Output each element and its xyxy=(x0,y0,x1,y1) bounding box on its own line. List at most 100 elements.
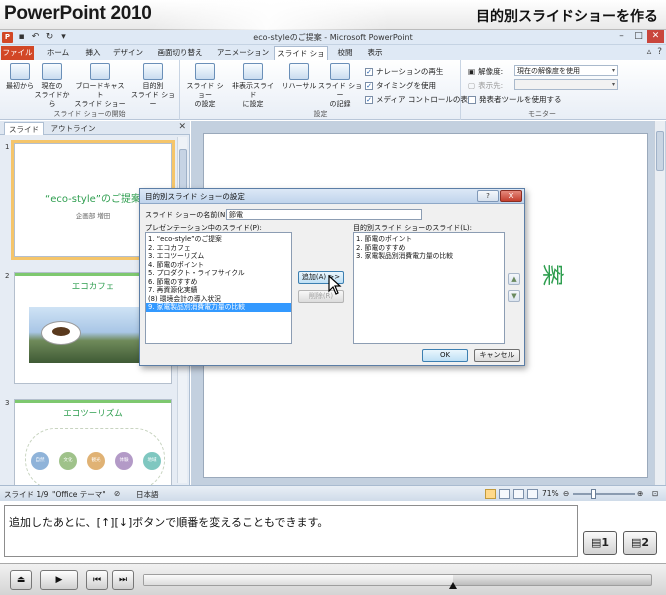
thumb-title: エコツーリズム xyxy=(63,409,123,419)
timings-checkbox[interactable]: ✓ タイミングを使用 xyxy=(365,80,436,91)
list-item[interactable]: 1. “eco-style”のご提案 xyxy=(146,235,291,244)
fit-window-icon[interactable]: ⊡ xyxy=(652,489,658,498)
window-title: eco-styleのご提案 - Microsoft PowerPoint xyxy=(253,33,413,42)
dialog-titlebar: 目的別スライド ショーの設定 ? X xyxy=(140,189,524,204)
group-label-monitors: モニター xyxy=(528,110,556,118)
list-item[interactable]: 7. 再資源化実績 xyxy=(146,286,291,295)
media-controls-checkbox[interactable]: ✓ メディア コントロールの表示 xyxy=(365,94,475,105)
next-icon[interactable]: ⏭ xyxy=(112,570,134,590)
list-item[interactable]: 3. エコツーリズム xyxy=(146,252,291,261)
monitor-icon: ▢ xyxy=(468,81,476,90)
list-item[interactable]: 6. 節電のすすめ xyxy=(146,278,291,287)
help-button[interactable]: ? xyxy=(477,190,499,202)
tab-home[interactable]: ホーム xyxy=(40,46,76,60)
setup-slideshow-button[interactable]: スライド ショー の設定 xyxy=(183,63,227,109)
custom-slideshow-icon xyxy=(143,63,163,80)
slide-sorter-icon[interactable] xyxy=(499,489,510,499)
resolution-icon: ▣ xyxy=(468,67,476,76)
tab-outline[interactable]: アウトライン xyxy=(48,122,98,135)
ok-button[interactable]: OK xyxy=(422,349,468,362)
zoom-slider[interactable] xyxy=(573,489,635,499)
narration-checkbox[interactable]: ✓ ナレーションの再生 xyxy=(365,66,443,77)
video-player-bar: ⏏ ▶ ⏮ ⏭ xyxy=(0,563,666,595)
cancel-button[interactable]: キャンセル xyxy=(474,349,520,362)
previous-icon[interactable]: ⏮ xyxy=(86,570,108,590)
tab-slideshow[interactable]: スライド ショー xyxy=(274,46,328,72)
thumb-number: 3 xyxy=(5,399,10,407)
slideshow-view-icon[interactable] xyxy=(527,489,538,499)
checkbox-presenter[interactable] xyxy=(468,95,476,104)
group-label-start: スライド ショーの開始 xyxy=(53,110,126,118)
custom-slideshow-button[interactable]: 目的別 スライド ショー xyxy=(128,63,178,109)
minimize-icon[interactable]: – xyxy=(613,30,630,43)
broadcast-button[interactable]: ブロードキャスト スライド ショー xyxy=(74,63,126,109)
resolution-select[interactable]: 現在の解像度を使用 ▾ xyxy=(514,65,618,76)
zoom-out-icon[interactable]: ⊖ xyxy=(563,489,569,498)
close-dialog-button[interactable]: X xyxy=(500,190,522,202)
tab-view[interactable]: 表示 xyxy=(362,46,388,60)
subtitle-2-button[interactable]: ▤2 xyxy=(623,531,657,555)
list-item[interactable]: 1. 節電のポイント xyxy=(354,235,504,244)
checkbox-media[interactable]: ✓ xyxy=(365,95,373,104)
from-current-button[interactable]: 現在の スライドから xyxy=(32,63,72,109)
spellcheck-icon[interactable]: ⊘ xyxy=(114,489,120,498)
record-slideshow-button[interactable]: スライド ショー の記録 xyxy=(317,63,363,109)
vertical-scrollbar[interactable] xyxy=(654,121,665,485)
group-start-slideshow: 最初から 現在の スライドから ブロードキャスト スライド ショー 目的別 スラ… xyxy=(0,60,180,120)
coffee-saucer xyxy=(41,321,81,345)
zoom-knob[interactable] xyxy=(591,489,596,499)
help-icon[interactable]: ? xyxy=(657,47,662,57)
group-label-setup: 設定 xyxy=(313,110,328,118)
checkbox-narration[interactable]: ✓ xyxy=(365,67,373,76)
window-titlebar: P ▪ ↶ ↻ ▾ eco-styleのご提案 - Microsoft Powe… xyxy=(0,30,666,45)
list-item[interactable]: 4. 節電のポイント xyxy=(146,261,291,270)
maximize-icon[interactable]: □ xyxy=(630,30,647,43)
tab-slides[interactable]: スライド xyxy=(4,122,44,135)
tab-transitions[interactable]: 画面切り替え xyxy=(150,46,210,60)
subtitle-1-button[interactable]: ▤1 xyxy=(583,531,617,555)
list-item[interactable]: (8) 環境会計の導入状況 xyxy=(146,295,291,304)
list-item[interactable]: 2. エコカフェ xyxy=(146,244,291,253)
list-item-selected[interactable]: 9. 家電製品別消費電力量の比較 xyxy=(146,303,291,312)
record-icon xyxy=(330,63,350,80)
normal-view-icon[interactable] xyxy=(485,489,496,499)
tab-review[interactable]: 校閲 xyxy=(332,46,358,60)
play-icon[interactable]: ▶ xyxy=(40,570,78,590)
custom-show-slides-list[interactable]: 1. 節電のポイント 2. 節電のすすめ 3. 家電製品別消費電力量の比較 xyxy=(353,232,505,344)
checkbox-timings[interactable]: ✓ xyxy=(365,81,373,90)
tab-insert[interactable]: 挿入 xyxy=(80,46,106,60)
chevron-down-icon: ▾ xyxy=(611,81,615,88)
list-item[interactable]: 2. 節電のすすめ xyxy=(354,244,504,253)
exit-icon[interactable]: ⏏ xyxy=(10,570,32,590)
close-window-icon[interactable]: ✕ xyxy=(647,30,664,43)
thumb-slide-3[interactable]: エコツーリズム 自然 文化 観光 体験 地域 xyxy=(14,399,172,485)
progress-track[interactable] xyxy=(143,574,652,589)
hide-slide-button[interactable]: 非表示スライド に設定 xyxy=(229,63,277,109)
display-on-select[interactable]: ▾ xyxy=(514,79,618,90)
move-up-icon[interactable]: ▲ xyxy=(508,273,520,285)
presentation-slides-list[interactable]: 1. “eco-style”のご提案 2. エコカフェ 3. エコツーリズム 4… xyxy=(145,232,292,344)
zoom-level[interactable]: 71% xyxy=(542,489,559,498)
tab-animations[interactable]: アニメーション xyxy=(214,46,272,60)
ribbon-minimize-icon[interactable]: ▵ xyxy=(647,47,652,57)
close-pane-icon[interactable]: ✕ xyxy=(178,122,186,132)
scrollbar-knob[interactable] xyxy=(656,131,664,171)
slideshow-current-icon xyxy=(42,63,62,80)
playhead-icon[interactable] xyxy=(449,582,457,589)
topic-bubble: 地域 xyxy=(143,452,161,470)
topic-bubble: 自然 xyxy=(31,452,49,470)
header-swoosh xyxy=(150,0,450,30)
tab-file[interactable]: ファイル xyxy=(1,46,34,60)
language-indicator[interactable]: 日本語 xyxy=(136,489,159,500)
list-item[interactable]: 5. プロダクト・ライフサイクル xyxy=(146,269,291,278)
reading-view-icon[interactable] xyxy=(513,489,524,499)
hide-slide-icon xyxy=(243,63,263,80)
zoom-in-icon[interactable]: ⊕ xyxy=(637,489,643,498)
list-item[interactable]: 3. 家電製品別消費電力量の比較 xyxy=(354,252,504,261)
show-name-input[interactable]: 節電 xyxy=(226,209,422,220)
presenter-view-checkbox[interactable]: 発表者ツールを使用する xyxy=(468,94,562,105)
move-down-icon[interactable]: ▼ xyxy=(508,290,520,302)
tab-design[interactable]: デザイン xyxy=(110,46,146,60)
rehearse-button[interactable]: リハーサル xyxy=(281,63,317,91)
theme-name: "Office テーマ" xyxy=(52,490,106,499)
